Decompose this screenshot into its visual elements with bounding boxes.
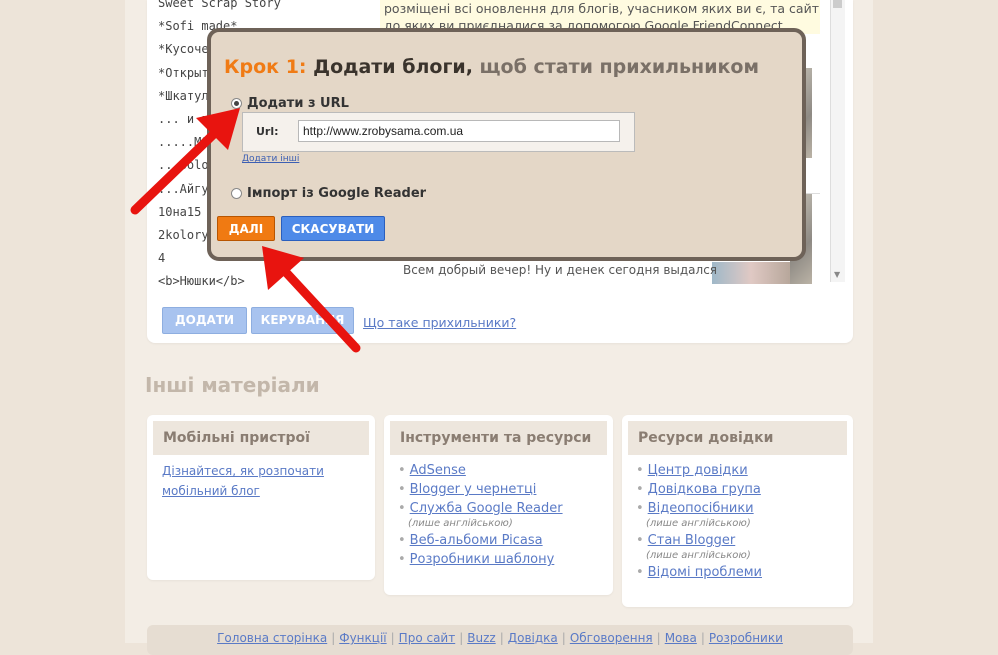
template-developers-link[interactable]: Розробники шаблону	[410, 552, 555, 567]
list-item: • Довідкова група	[636, 480, 853, 499]
list-item[interactable]: <b>Нюшки</b>	[158, 270, 373, 292]
list-item: • Веб-альбоми Picasa	[398, 531, 613, 550]
help-list: • Центр довідки • Довідкова група • Відеопо…	[622, 461, 853, 582]
add-more-link[interactable]: Додати інші	[242, 154, 299, 164]
help-card: Ресурси довідки • Центр довідки • Довідков…	[622, 415, 853, 607]
bullet-icon: •	[398, 533, 406, 548]
list-item: • Відеопосібники (лише англійською)	[636, 499, 853, 529]
english-only-note: (лише англійською)	[646, 550, 751, 561]
add-blogs-dialog: Крок 1: Додати блоги, щоб стати прихильн…	[207, 28, 806, 261]
mobile-blog-link[interactable]: мобільний блог	[162, 481, 375, 501]
cancel-button[interactable]: СКАСУВАТИ	[281, 216, 385, 241]
card-heading: Мобільні пристрої	[153, 421, 369, 455]
known-issues-link[interactable]: Відомі проблеми	[648, 565, 762, 580]
card-heading: Ресурси довідки	[628, 421, 847, 455]
bullet-icon: •	[636, 482, 644, 497]
add-from-url-radio[interactable]	[231, 98, 242, 109]
dialog-title-rest: щоб стати прихильником	[479, 56, 759, 78]
step-label: Крок 1:	[224, 56, 307, 78]
list-item: • Blogger у чернетці	[398, 480, 613, 499]
manage-button[interactable]: КЕРУВАННЯ	[251, 307, 354, 334]
section-title: Інші матеріали	[145, 373, 320, 397]
list-item[interactable]: Sweet Scrap Story	[158, 0, 373, 15]
bullet-icon: •	[636, 533, 644, 548]
info-text: розміщені всі оновлення для блогів, учас…	[384, 1, 820, 16]
scrollbar[interactable]: ▼	[830, 0, 845, 282]
scroll-down-icon[interactable]: ▼	[834, 270, 840, 279]
url-box: Url:	[242, 112, 635, 152]
add-from-url-label[interactable]: Додати з URL	[247, 96, 349, 111]
bullet-icon: •	[398, 482, 406, 497]
bullet-icon: •	[398, 552, 406, 567]
dialog-title-main: Додати блоги,	[313, 56, 473, 78]
adsense-link[interactable]: AdSense	[410, 463, 466, 478]
dialog-title: Крок 1: Додати блоги, щоб стати прихильн…	[224, 56, 759, 78]
post-snippet[interactable]: Всем добрый вечер! Ну и денек сегодня вы…	[403, 263, 717, 277]
import-reader-radio[interactable]	[231, 188, 242, 199]
picasa-link[interactable]: Веб-альбоми Picasa	[410, 533, 543, 548]
list-item: • Служба Google Reader (лише англійською)	[398, 499, 613, 529]
footer-nav: Головна сторінка | Функції | Про сайт | Buzz | Д…	[147, 625, 853, 655]
add-button[interactable]: ДОДАТИ	[162, 307, 247, 334]
blogger-draft-link[interactable]: Blogger у чернетці	[410, 482, 537, 497]
help-center-link[interactable]: Центр довідки	[648, 463, 748, 478]
bullet-icon: •	[636, 565, 644, 580]
url-input[interactable]	[298, 120, 620, 142]
bullet-icon: •	[636, 501, 644, 516]
tools-list: • AdSense • Blogger у чернетці • Служба Goo…	[384, 461, 613, 569]
next-button[interactable]: ДАЛІ	[217, 216, 275, 241]
tools-card: Інструменти та ресурси • AdSense • Blogger…	[384, 415, 613, 595]
scrollbar-thumb[interactable]	[833, 0, 842, 8]
mobile-card: Мобільні пристрої Дізнайтеся, як розпоча…	[147, 415, 375, 580]
what-are-followers-link[interactable]: Що таке прихильники?	[363, 315, 516, 330]
video-tutorials-link[interactable]: Відеопосібники	[648, 501, 754, 516]
google-reader-link[interactable]: Служба Google Reader	[410, 501, 563, 516]
url-label: Url:	[256, 125, 279, 138]
list-item: • Центр довідки	[636, 461, 853, 480]
post-thumbnail	[712, 262, 790, 284]
help-group-link[interactable]: Довідкова група	[648, 482, 761, 497]
bullet-icon: •	[636, 463, 644, 478]
list-item: • Відомі проблеми	[636, 563, 853, 582]
english-only-note: (лише англійською)	[408, 518, 513, 529]
blogger-status-link[interactable]: Стан Blogger	[648, 533, 736, 548]
list-item: • AdSense	[398, 461, 613, 480]
list-item: • Стан Blogger (лише англійською)	[636, 531, 853, 561]
card-heading: Інструменти та ресурси	[390, 421, 607, 455]
list-item: • Розробники шаблону	[398, 550, 613, 569]
import-reader-label[interactable]: Імпорт із Google Reader	[247, 186, 426, 201]
english-only-note: (лише англійською)	[646, 518, 751, 529]
mobile-blog-link[interactable]: Дізнайтеся, як розпочати	[162, 461, 375, 481]
bullet-icon: •	[398, 501, 406, 516]
bullet-icon: •	[398, 463, 406, 478]
